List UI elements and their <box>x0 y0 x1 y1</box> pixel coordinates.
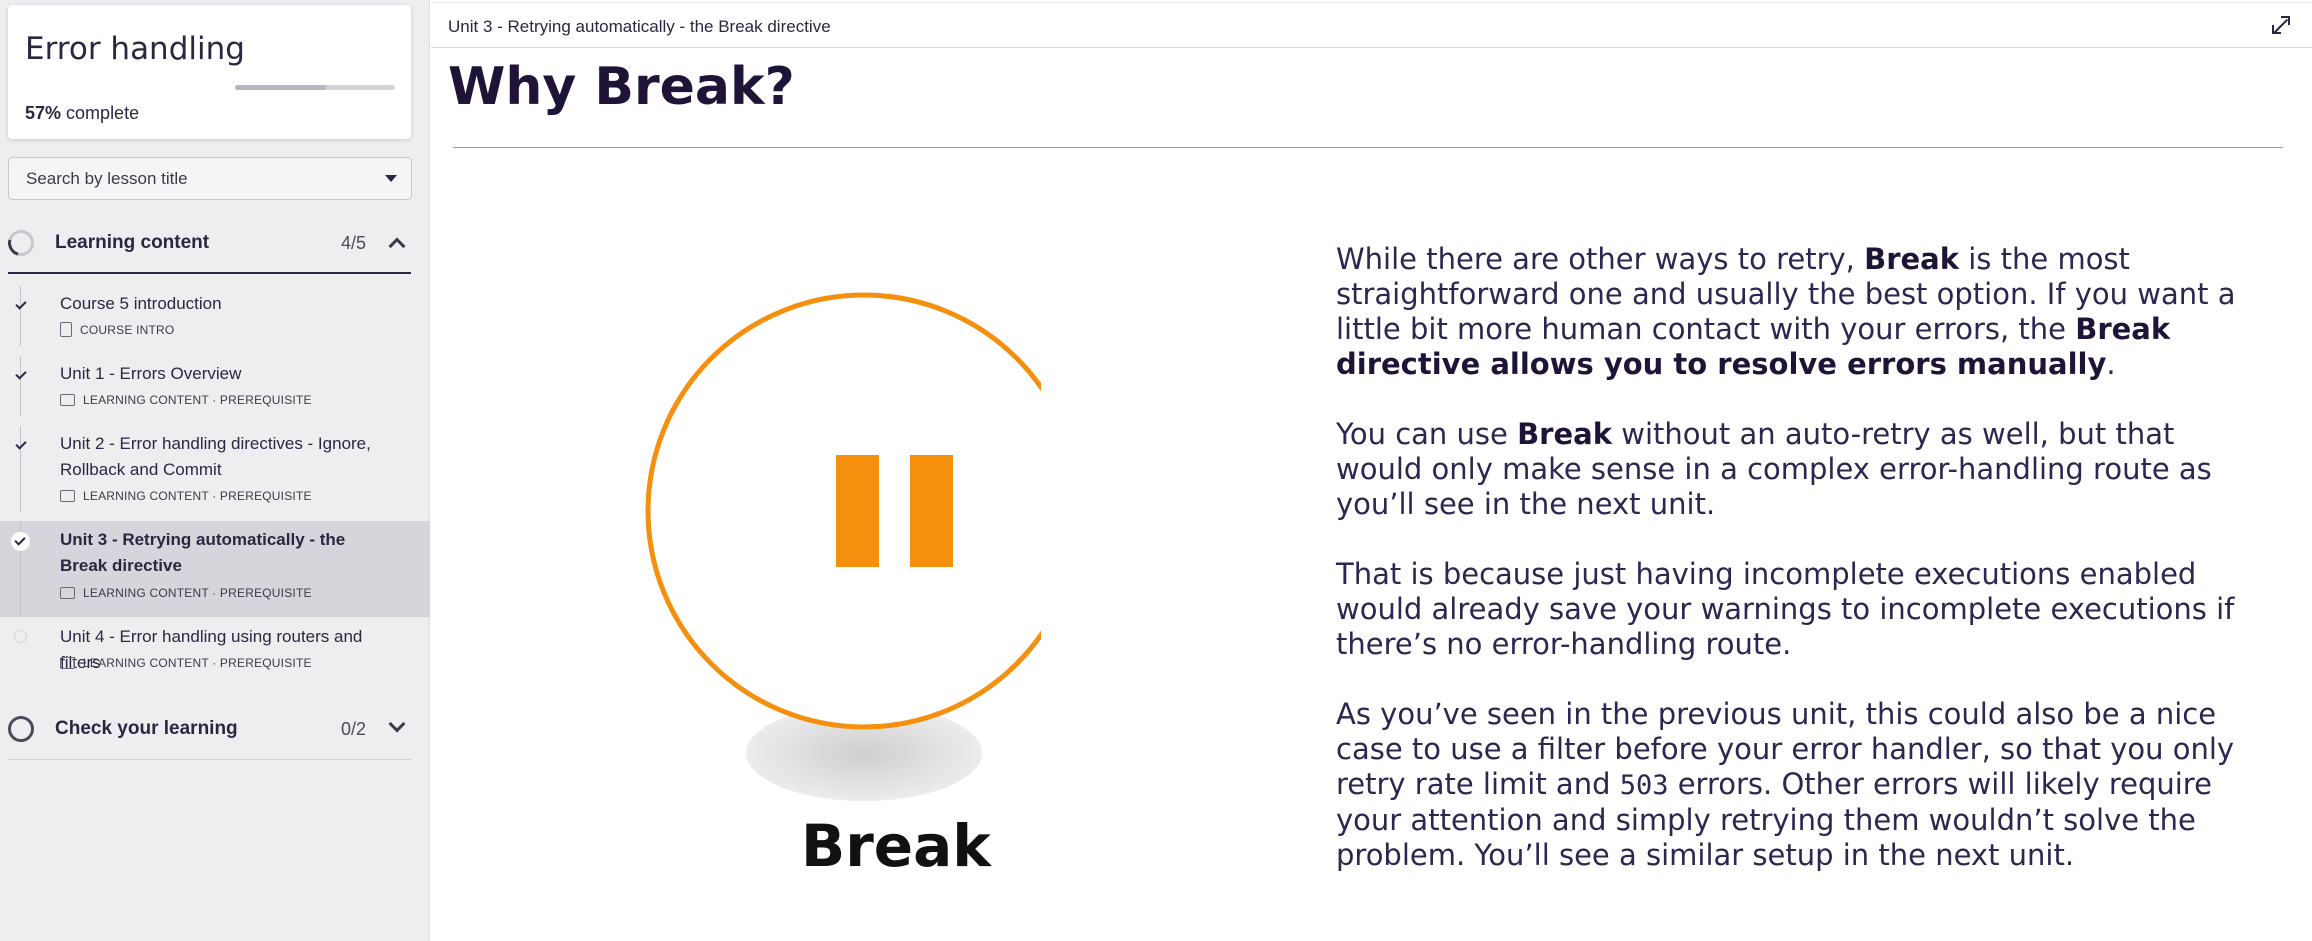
check-icon <box>14 298 28 312</box>
page-title: Why Break? <box>448 57 795 117</box>
section-divider <box>8 759 411 760</box>
lesson-item-unit-1[interactable]: Unit 1 - Errors Overview LEARNING CONTEN… <box>0 356 430 416</box>
lesson-title: Course 5 introduction <box>60 294 222 313</box>
breadcrumb: Unit 3 - Retrying automatically - the Br… <box>448 17 831 36</box>
caret-down-icon[interactable] <box>385 175 397 182</box>
lesson-meta: COURSE INTRO <box>60 322 174 337</box>
search-placeholder: Search by lesson title <box>26 169 188 188</box>
section-label: Learning content <box>55 232 210 253</box>
lesson-item-unit-2[interactable]: Unit 2 - Error handling directives - Ign… <box>0 426 430 512</box>
lesson-item-unit-3-active[interactable]: Unit 3 - Retrying automatically - the Br… <box>0 521 430 617</box>
lesson-meta-text: LEARNING CONTENT · PREREQUISITE <box>83 586 312 600</box>
section-label: Check your learning <box>55 718 238 739</box>
section-count: 4/5 <box>340 233 366 253</box>
progress-text: 57% complete <box>25 103 139 124</box>
chevron-down-icon[interactable] <box>388 715 406 733</box>
lesson-connector <box>20 356 21 416</box>
lesson-connector <box>20 286 21 346</box>
lesson-search-dropdown[interactable]: Search by lesson title <box>8 157 412 200</box>
check-icon <box>14 438 28 452</box>
paragraph-2: You can use Break without an auto-retry … <box>1336 417 2212 521</box>
section-learning-content[interactable]: Learning content 4/5 <box>3 214 411 272</box>
slides-icon <box>60 587 75 599</box>
lesson-meta: LEARNING CONTENT · PREREQUISITE <box>60 393 312 407</box>
lesson-meta: LEARNING CONTENT · PREREQUISITE <box>60 489 312 503</box>
slides-icon <box>60 490 75 502</box>
title-divider <box>453 147 2283 148</box>
expand-icon[interactable] <box>2272 16 2290 34</box>
break-illustration <box>541 290 1041 890</box>
lesson-title: Unit 1 - Errors Overview <box>60 364 242 383</box>
progress-percent: 57% <box>25 103 62 123</box>
chevron-up-icon[interactable] <box>388 237 406 255</box>
paragraph-3: That is because just having incomplete e… <box>1336 557 2235 661</box>
lesson-item-course-intro[interactable]: Course 5 introduction COURSE INTRO <box>0 286 430 346</box>
lesson-title: Unit 2 - Error handling directives - Ign… <box>60 434 371 479</box>
section-count: 0/2 <box>340 719 366 739</box>
section-progress-ring-icon <box>8 716 34 742</box>
lesson-content: Unit 3 - Retrying automatically - the Br… <box>431 0 2312 941</box>
lesson-meta: LEARNING CONTENT · PREREQUISITE <box>60 586 312 600</box>
lesson-body: While there are other ways to retry, Bre… <box>1336 242 2246 908</box>
course-title: Error handling <box>25 31 245 67</box>
course-card: Error handling 57% complete <box>8 5 411 139</box>
progress-bar <box>235 85 395 90</box>
lesson-header-bar: Unit 3 - Retrying automatically - the Br… <box>431 2 2312 48</box>
section-divider <box>8 272 411 274</box>
lesson-meta-text: LEARNING CONTENT · PREREQUISITE <box>83 489 312 503</box>
document-icon <box>60 322 72 337</box>
lesson-meta-text: LEARNING CONTENT · PREREQUISITE <box>83 393 312 407</box>
lesson-meta-text: LEARNING CONTENT · PREREQUISITE <box>83 656 312 670</box>
section-check-your-learning[interactable]: Check your learning 0/2 <box>8 700 411 758</box>
check-icon <box>14 368 28 382</box>
illustration-label: Break <box>801 812 991 880</box>
sidebar: Error handling 57% complete Search by le… <box>0 0 430 941</box>
lesson-title: Unit 3 - Retrying automatically - the Br… <box>60 530 346 575</box>
break-pause-icon <box>645 292 1041 801</box>
incomplete-dot-icon <box>14 630 27 643</box>
paragraph-4: As you’ve seen in the previous unit, thi… <box>1336 697 2235 872</box>
progress-bar-fill <box>235 85 327 90</box>
lesson-meta: LEARNING CONTENT · PREREQUISITE <box>60 656 312 670</box>
slides-icon <box>60 394 75 406</box>
lesson-meta-text: COURSE INTRO <box>80 323 175 337</box>
paragraph-1: While there are other ways to retry, Bre… <box>1336 242 2236 381</box>
lesson-item-unit-4[interactable]: Unit 4 - Error handling using routers an… <box>0 624 430 684</box>
check-circle-icon <box>11 532 30 551</box>
slides-icon <box>60 657 75 669</box>
progress-suffix: complete <box>66 103 140 123</box>
section-progress-ring-icon <box>3 225 39 261</box>
